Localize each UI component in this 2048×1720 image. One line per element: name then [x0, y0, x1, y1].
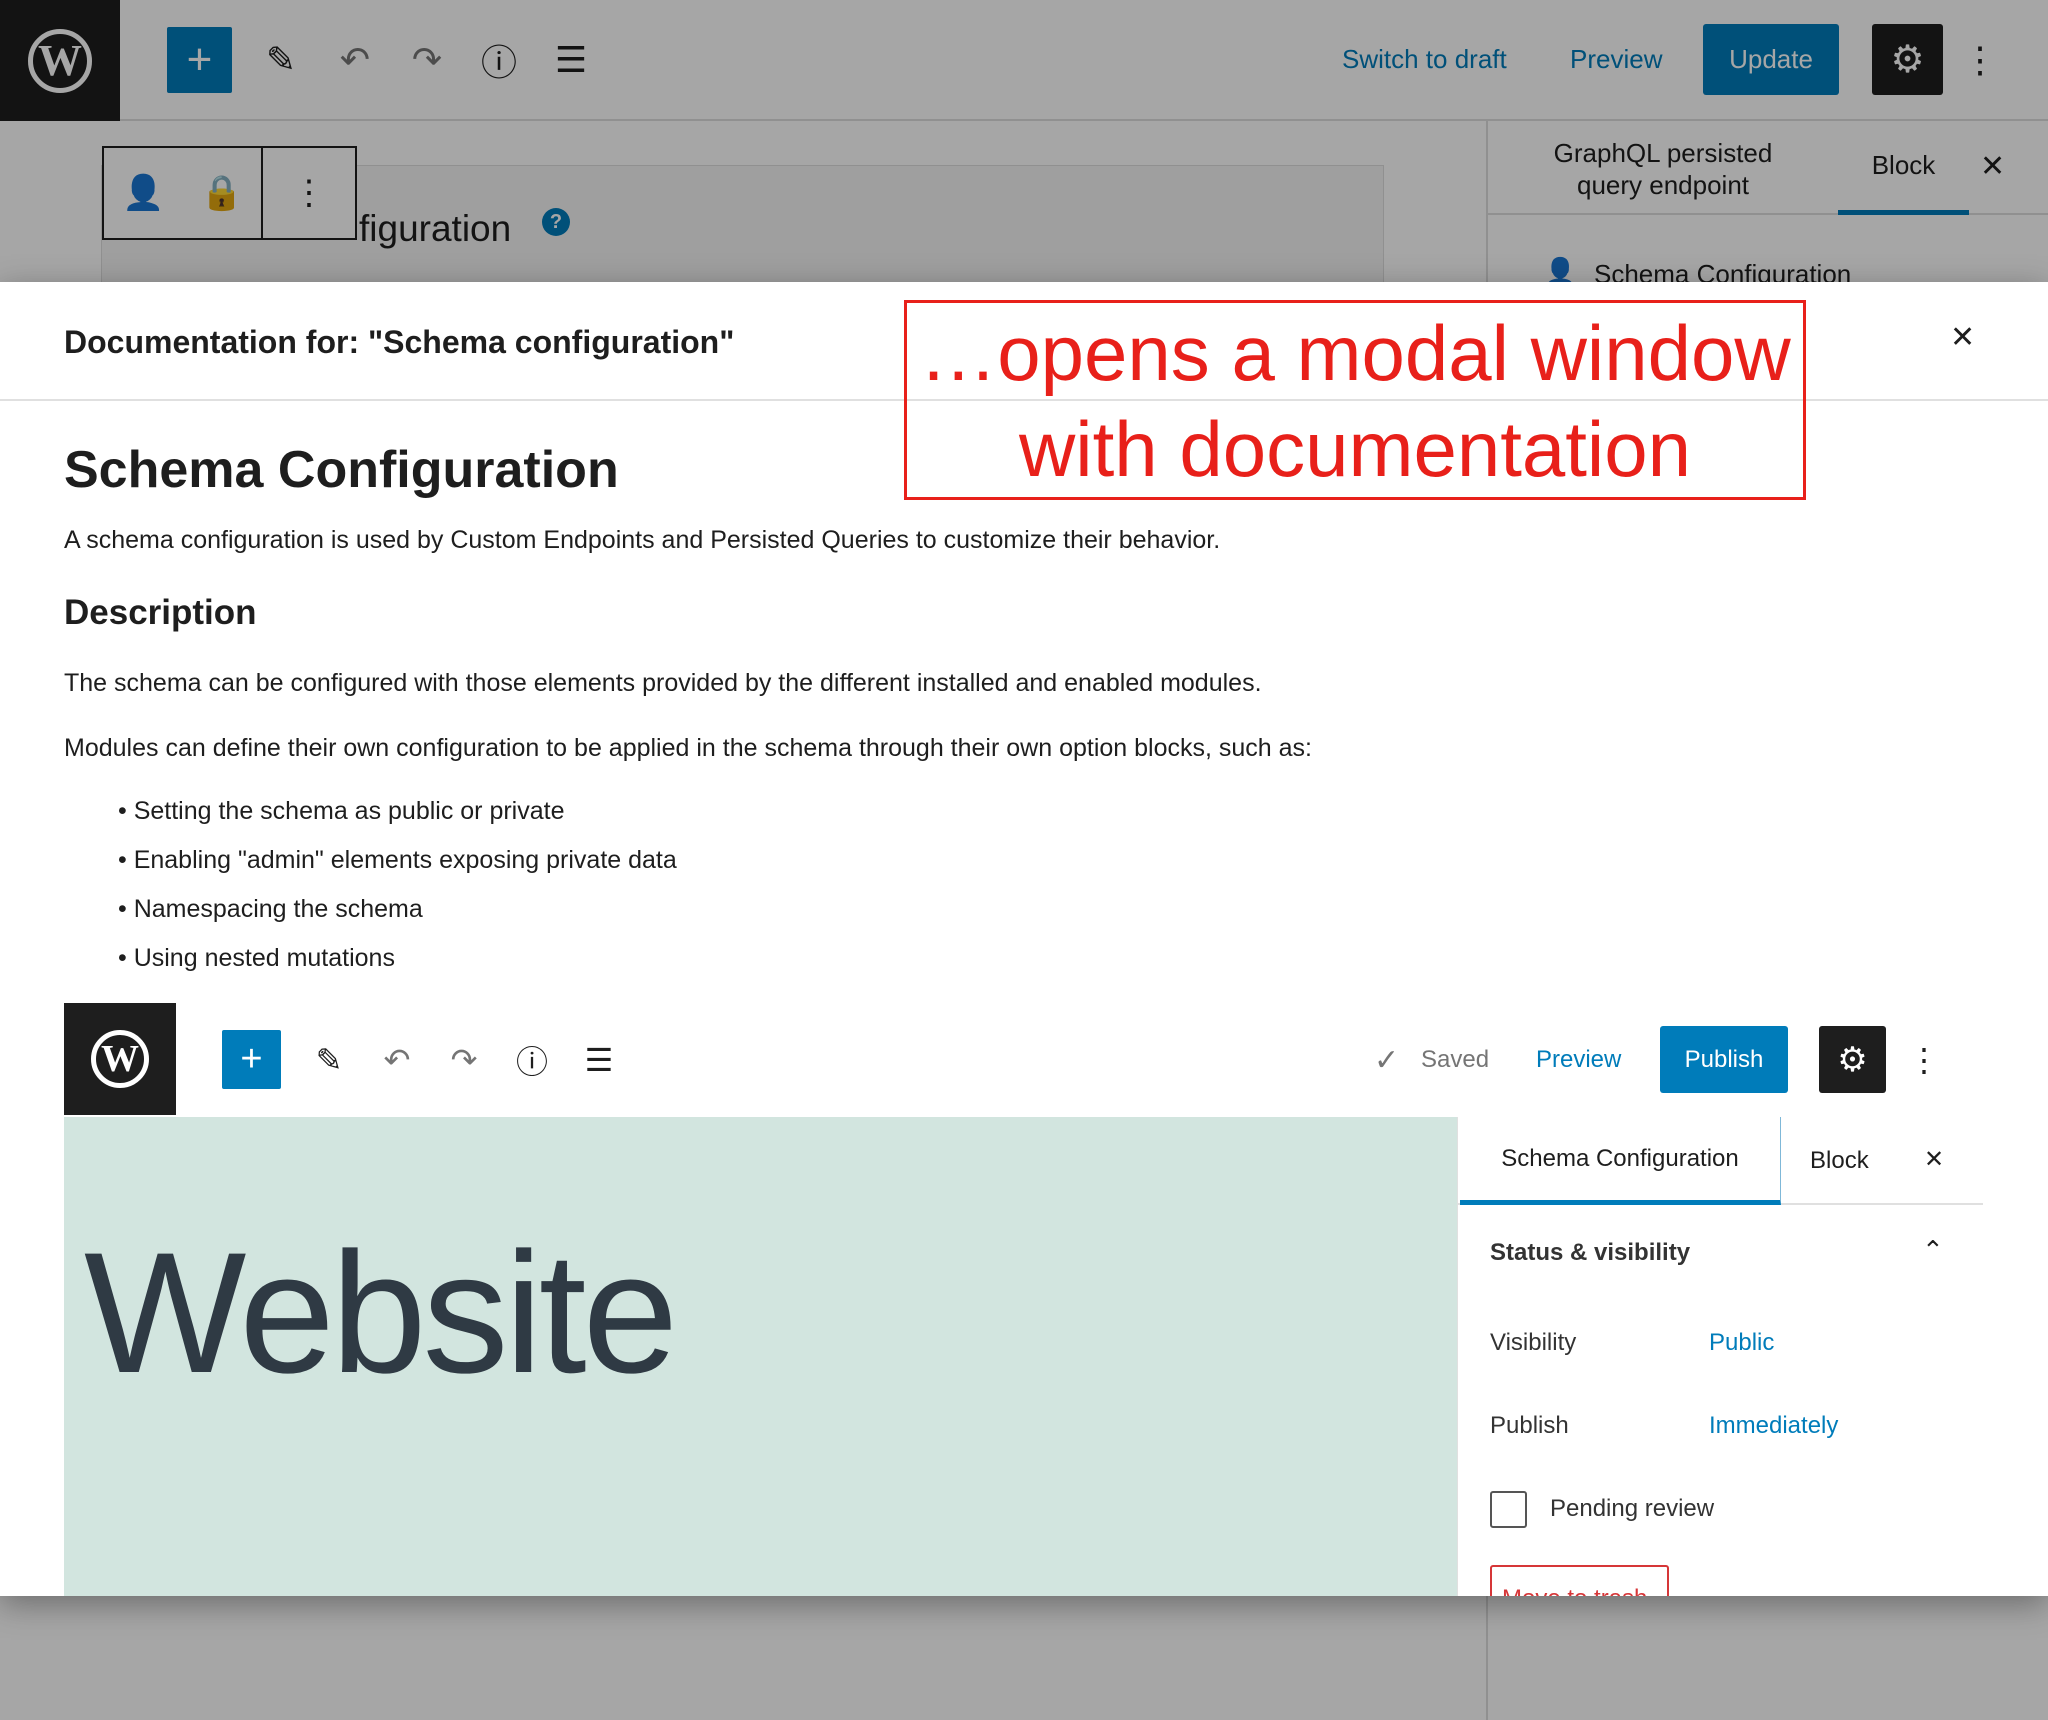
preview-link: Preview — [1536, 1046, 1622, 1073]
list-item-text: Setting the schema as public or private — [133, 797, 565, 825]
list-item: • Using nested mutations — [118, 944, 395, 972]
gear-icon: ⚙ — [1819, 1026, 1886, 1093]
website-heading: Website — [84, 1217, 678, 1409]
close-icon: ✕ — [1924, 1146, 1945, 1173]
list-item-text: Enabling "admin" elements exposing priva… — [133, 846, 677, 874]
check-icon: ✓ — [1374, 1044, 1400, 1077]
list-item-text: Using nested mutations — [133, 944, 395, 972]
move-to-trash-button: Move to trash — [1490, 1565, 1669, 1596]
redo-icon: ↷ — [450, 1041, 478, 1078]
tab-schema-configuration: Schema Configuration — [1460, 1117, 1781, 1205]
pending-review-checkbox — [1490, 1491, 1527, 1528]
canvas-area: Website — [64, 1117, 1457, 1596]
doc-description-heading: Description — [64, 593, 257, 632]
annotation-callout: …opens a modal window with documentation — [904, 300, 1806, 500]
panel-title: Status & visibility — [1490, 1239, 1691, 1266]
close-modal-icon[interactable]: ✕ — [1950, 320, 1975, 355]
info-icon: ⓘ — [516, 1043, 549, 1080]
visibility-value: Public — [1709, 1329, 1775, 1356]
doc-intro: A schema configuration is used by Custom… — [64, 526, 1221, 554]
pencil-icon: ✎ — [315, 1041, 343, 1078]
annotation-line: …opens a modal window — [919, 309, 1791, 397]
list-item: • Namespacing the schema — [118, 895, 423, 923]
publish-value: Immediately — [1709, 1412, 1839, 1439]
list-item: • Enabling "admin" elements exposing pri… — [118, 846, 677, 874]
wordpress-logo: W — [64, 1003, 176, 1115]
chevron-up-icon: ⌃ — [1922, 1235, 1944, 1265]
doc-paragraph: The schema can be configured with those … — [64, 669, 1262, 697]
screenshot-sidebar: Schema Configuration Block ✕ Status & vi… — [1457, 1117, 1983, 1596]
more-options-icon: ⋮ — [1908, 1041, 1940, 1078]
list-item-text: Namespacing the schema — [133, 895, 423, 923]
modal-title: Documentation for: "Schema configuration… — [64, 324, 735, 360]
visibility-label: Visibility — [1490, 1329, 1577, 1356]
annotation-line: with documentation — [1018, 405, 1692, 493]
publish-label: Publish — [1490, 1412, 1569, 1439]
list-item: • Setting the schema as public or privat… — [118, 797, 565, 825]
wordpress-icon: W — [91, 1030, 149, 1088]
doc-paragraph: Modules can define their own configurati… — [64, 734, 1312, 762]
doc-heading: Schema Configuration — [64, 441, 619, 499]
publish-button: Publish — [1660, 1026, 1788, 1093]
undo-icon: ↶ — [383, 1041, 411, 1078]
tab-block: Block — [1810, 1147, 1869, 1174]
add-block-icon: + — [222, 1030, 281, 1089]
list-view-icon: ☰ — [584, 1041, 614, 1078]
saved-status: Saved — [1421, 1046, 1490, 1073]
pending-review-label: Pending review — [1550, 1495, 1715, 1522]
doc-screenshot: W + ✎ ↶ ↷ ⓘ ☰ ✓ Saved Preview Publish ⚙ … — [64, 1003, 1983, 1596]
